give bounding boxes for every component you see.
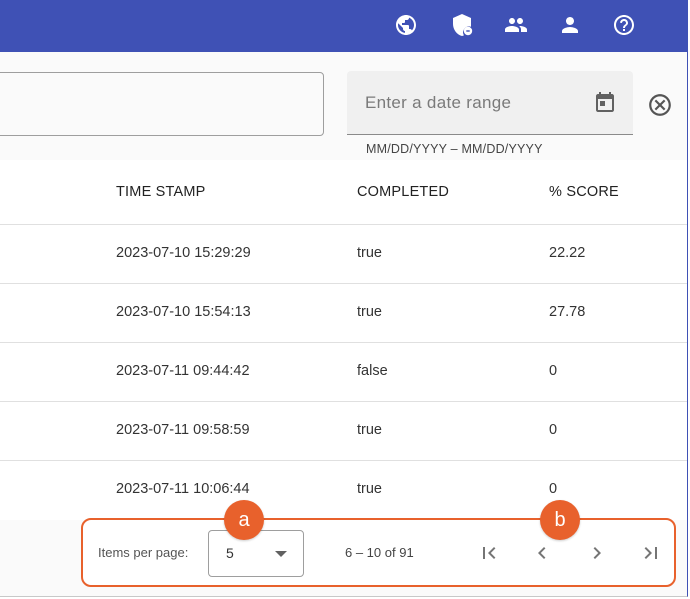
date-range-placeholder: Enter a date range: [365, 93, 512, 112]
cell-score: 0: [549, 422, 558, 438]
cell-completed: true: [357, 245, 382, 261]
cell-score: 22.22: [549, 245, 586, 261]
clear-filter-button[interactable]: [646, 91, 674, 119]
cell-time-stamp: 2023-07-11 09:44:42: [116, 363, 250, 379]
date-format-hint: MM/DD/YYYY – MM/DD/YYYY: [366, 142, 543, 156]
cell-completed: true: [357, 422, 382, 438]
cell-completed: false: [357, 363, 388, 379]
items-per-page-value: 5: [226, 545, 234, 561]
table-header: TIME STAMP COMPLETED % SCORE: [0, 160, 687, 225]
person-icon[interactable]: [557, 12, 583, 38]
search-input[interactable]: [0, 72, 324, 136]
first-page-button[interactable]: [476, 540, 502, 566]
items-per-page-label: Items per page:: [98, 545, 189, 560]
first-page-icon: [483, 547, 496, 559]
next-page-button[interactable]: [584, 540, 610, 566]
table-row[interactable]: 2023-07-10 15:54:13 true 27.78: [0, 284, 687, 343]
filter-row: Enter a date range MM/DD/YYYY – MM/DD/YY…: [0, 52, 687, 160]
callout-b: b: [540, 500, 580, 540]
chevron-left-icon: [538, 547, 546, 559]
cell-completed: true: [357, 481, 382, 497]
page-range-label: 6 – 10 of 91: [345, 545, 414, 560]
callout-a: a: [224, 500, 264, 540]
cell-time-stamp: 2023-07-11 10:06:44: [116, 481, 250, 497]
help-icon[interactable]: [611, 12, 637, 38]
results-table: TIME STAMP COMPLETED % SCORE 2023-07-10 …: [0, 160, 687, 520]
column-header-time-stamp[interactable]: TIME STAMP: [116, 184, 206, 200]
app-window: Enter a date range MM/DD/YYYY – MM/DD/YY…: [0, 0, 688, 597]
clear-circle-icon: [649, 94, 671, 116]
table-row[interactable]: 2023-07-10 15:29:29 true 22.22: [0, 225, 687, 284]
date-range-field[interactable]: Enter a date range: [347, 71, 633, 135]
group-icon[interactable]: [503, 12, 529, 38]
column-header-completed[interactable]: COMPLETED: [357, 184, 449, 200]
globe-icon[interactable]: [393, 12, 419, 38]
calendar-icon[interactable]: [593, 91, 617, 115]
cell-score: 0: [549, 481, 558, 497]
paginator: Items per page: 5 6 – 10 of 91: [81, 518, 676, 587]
shield-account-icon[interactable]: [449, 12, 475, 38]
items-per-page-select[interactable]: 5: [208, 530, 304, 577]
previous-page-button[interactable]: [529, 540, 555, 566]
last-page-icon: [644, 547, 657, 559]
cell-time-stamp: 2023-07-11 09:58:59: [116, 422, 250, 438]
cell-completed: true: [357, 304, 382, 320]
chevron-right-icon: [593, 547, 601, 559]
table-row[interactable]: 2023-07-11 09:44:42 false 0: [0, 343, 687, 402]
cell-time-stamp: 2023-07-10 15:29:29: [116, 245, 251, 261]
column-header-score[interactable]: % SCORE: [549, 184, 619, 200]
cell-score: 27.78: [549, 304, 586, 320]
table-row[interactable]: 2023-07-11 09:58:59 true 0: [0, 402, 687, 461]
top-app-bar: [0, 0, 687, 52]
cell-score: 0: [549, 363, 558, 379]
table-row[interactable]: 2023-07-11 10:06:44 true 0: [0, 461, 687, 520]
cell-time-stamp: 2023-07-10 15:54:13: [116, 304, 251, 320]
dropdown-arrow-icon: [275, 551, 287, 557]
last-page-button[interactable]: [638, 540, 664, 566]
